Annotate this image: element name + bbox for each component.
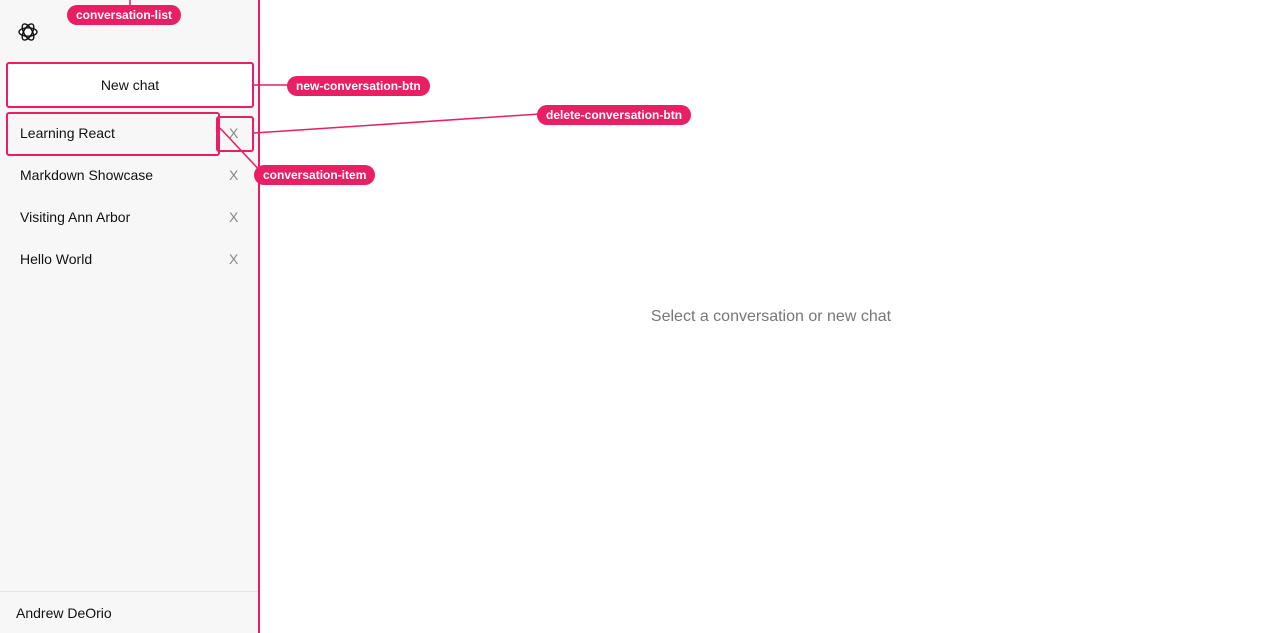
- conversation-item[interactable]: Learning React X: [0, 112, 258, 156]
- delete-conversation-button[interactable]: X: [229, 209, 241, 225]
- conversation-title: Learning React: [20, 125, 115, 141]
- delete-conversation-button[interactable]: X: [229, 251, 241, 267]
- app: New chat Learning React X Markdown Showc…: [0, 0, 1280, 633]
- empty-state-message: Select a conversation or new chat: [650, 307, 892, 325]
- annotation-tag-new-conversation-btn: new-conversation-btn: [287, 76, 430, 96]
- delete-conversation-button[interactable]: X: [229, 167, 241, 183]
- new-chat-button[interactable]: New chat: [6, 62, 254, 108]
- conversation-title: Visiting Ann Arbor: [20, 209, 131, 225]
- delete-conversation-button[interactable]: X: [229, 125, 241, 141]
- conversation-title: Hello World: [20, 251, 93, 267]
- conversation-sidebar: New chat Learning React X Markdown Showc…: [0, 0, 260, 633]
- conversation-title: Markdown Showcase: [20, 167, 154, 183]
- openai-logo-icon: [16, 20, 40, 44]
- conversation-list: Learning React X Markdown Showcase X Vis…: [0, 112, 258, 280]
- conversation-item[interactable]: Markdown Showcase X: [0, 154, 258, 196]
- conversation-item[interactable]: Visiting Ann Arbor X: [0, 196, 258, 238]
- annotation-tag-conversation-item: conversation-item: [254, 165, 376, 185]
- annotation-tag-delete-conversation-btn: delete-conversation-btn: [537, 105, 692, 125]
- annotation-tag-conversation-list: conversation-list: [67, 5, 182, 25]
- user-name: Andrew DeOrio: [0, 591, 258, 633]
- conversation-item[interactable]: Hello World X: [0, 238, 258, 280]
